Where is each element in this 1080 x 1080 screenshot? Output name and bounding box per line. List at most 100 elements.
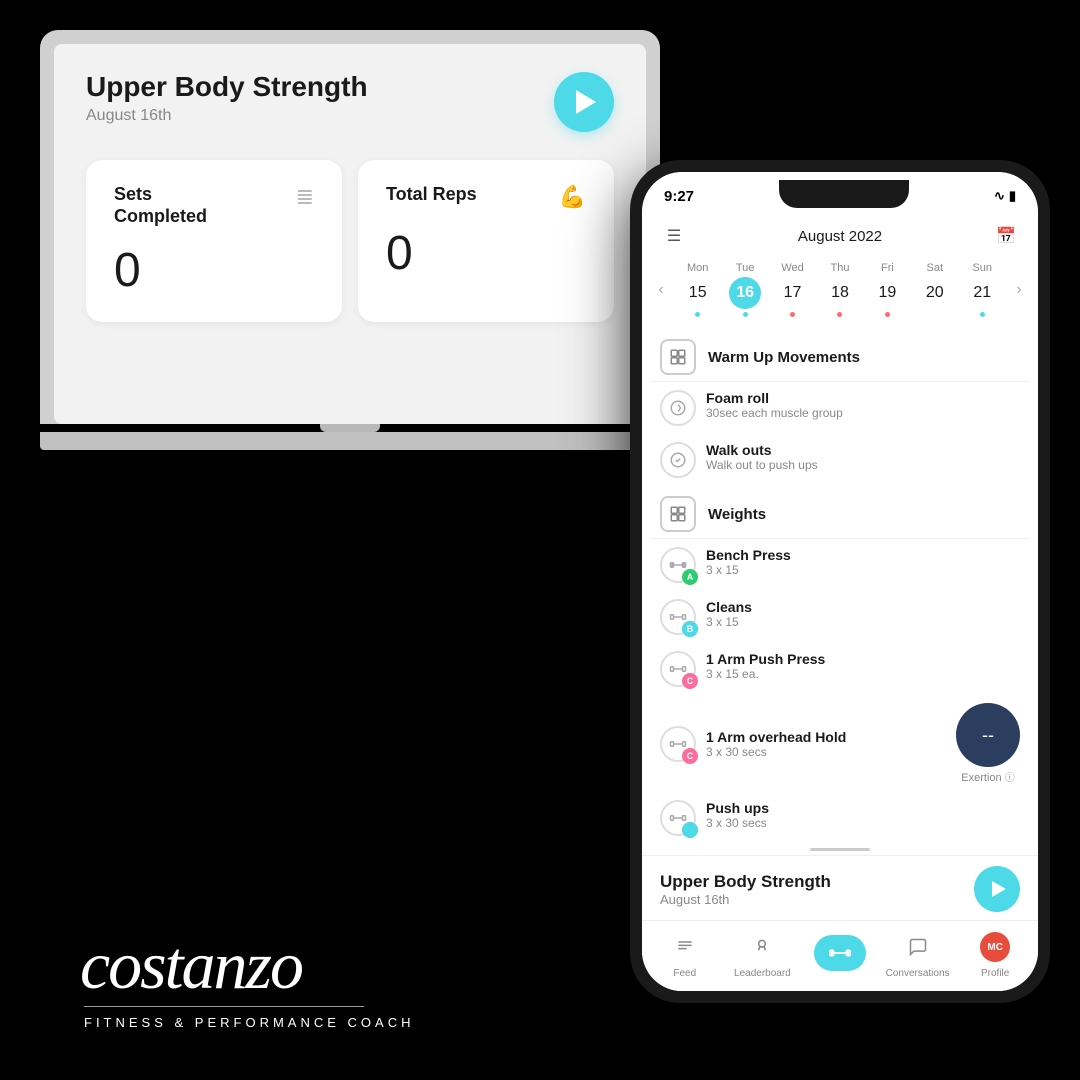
logo-tagline: FITNESS & PERFORMANCE COACH [84, 1015, 420, 1030]
section-weights: Weights [650, 486, 1030, 539]
day-sun[interactable]: Sun 21 [960, 258, 1004, 321]
nav-profile[interactable]: MC Profile [956, 929, 1034, 979]
warmup-section-title: Warm Up Movements [708, 349, 860, 366]
logo-underline [84, 1006, 364, 1007]
day-dot-fri [885, 312, 890, 317]
bottom-nav: Feed Leaderboard [642, 920, 1038, 991]
logo-area: costanzo FITNESS & PERFORMANCE COACH [80, 928, 420, 1030]
exercise-1arm-push-press[interactable]: 1 Arm Push Press 3 x 15 ea. [650, 643, 1030, 695]
nav-conversations[interactable]: Conversations [879, 929, 957, 979]
total-reps-card: Total Reps 💪 0 [358, 160, 614, 322]
status-bar: 9:27 ∿ ▮ [642, 172, 1038, 214]
bench-press-icon [660, 547, 696, 583]
calendar-icon[interactable]: 📅 [992, 222, 1020, 250]
workout-list: Warm Up Movements Foam roll 30sec each m… [642, 329, 1038, 844]
1arm-overhead-hold-detail: 3 x 30 secs [706, 745, 946, 759]
prev-week-button[interactable]: ‹ [648, 281, 674, 299]
day-dot-mon [695, 312, 700, 317]
foam-roll-detail: 30sec each muscle group [706, 406, 1020, 420]
status-time: 9:27 [664, 188, 694, 205]
phone-body: 9:27 ∿ ▮ ☰ August 2022 📅 ‹ Mon 1 [630, 160, 1050, 1003]
day-sat[interactable]: Sat 20 [913, 258, 957, 321]
muscle-icon: 💪 [559, 184, 586, 210]
footer-workout-date: August 16th [660, 892, 831, 907]
nav-workout[interactable] [801, 935, 879, 974]
profile-avatar: MC [980, 932, 1010, 962]
leaderboard-icon [742, 929, 782, 965]
workout-footer: Upper Body Strength August 16th [642, 855, 1038, 920]
walk-outs-icon [660, 442, 696, 478]
conversations-icon [898, 929, 938, 965]
exercise-foam-roll[interactable]: Foam roll 30sec each muscle group [650, 382, 1030, 434]
battery-icon: ▮ [1009, 188, 1016, 204]
phone: 9:27 ∿ ▮ ☰ August 2022 📅 ‹ Mon 1 [630, 160, 1050, 1003]
1arm-push-press-icon [660, 651, 696, 687]
foam-roll-name: Foam roll [706, 390, 1020, 406]
bench-press-name: Bench Press [706, 547, 1020, 563]
logo-script: costanzo [80, 928, 420, 1000]
calendar-month: August 2022 [688, 228, 992, 245]
conversations-label: Conversations [886, 968, 950, 979]
exercise-bench-press[interactable]: Bench Press 3 x 15 [650, 539, 1030, 591]
leaderboard-label: Leaderboard [734, 968, 791, 979]
phone-screen: 9:27 ∿ ▮ ☰ August 2022 📅 ‹ Mon 1 [642, 172, 1038, 991]
laptop: Upper Body Strength August 16th Sets Com… [40, 30, 660, 450]
1arm-overhead-hold-name: 1 Arm overhead Hold [706, 729, 946, 745]
warmup-section-icon [660, 339, 696, 375]
cleans-name: Cleans [706, 599, 1020, 615]
profile-label: Profile [981, 968, 1009, 979]
exercise-cleans[interactable]: B Cleans 3 x 15 [650, 591, 1030, 643]
walk-outs-detail: Walk out to push ups [706, 458, 1020, 472]
exertion-button[interactable]: -- [956, 703, 1020, 767]
cleans-detail: 3 x 15 [706, 615, 1020, 629]
feed-label: Feed [673, 968, 696, 979]
1arm-push-press-detail: 3 x 15 ea. [706, 667, 1020, 681]
footer-play-button[interactable] [974, 866, 1020, 912]
day-dot-tue [743, 312, 748, 317]
wifi-icon: ∿ [994, 188, 1005, 204]
weights-section-icon [660, 496, 696, 532]
workout-icon [814, 935, 866, 971]
nav-feed[interactable]: Feed [646, 929, 724, 979]
laptop-header: Upper Body Strength August 16th [86, 72, 614, 132]
day-fri[interactable]: Fri 19 [865, 258, 909, 321]
1arm-overhead-hold-icon [660, 726, 696, 762]
day-mon[interactable]: Mon 15 [676, 258, 720, 321]
day-wed[interactable]: Wed 17 [771, 258, 815, 321]
exercise-push-ups[interactable]: D Push ups 3 x 30 secs [650, 792, 1030, 844]
exercise-walk-outs[interactable]: Walk outs Walk out to push ups [650, 434, 1030, 486]
reps-value: 0 [386, 226, 586, 281]
day-dot-sun [980, 312, 985, 317]
list-icon: ≣ [296, 184, 314, 210]
day-tue[interactable]: Tue 16 [723, 258, 767, 321]
foam-roll-icon [660, 390, 696, 426]
profile-icon: MC [975, 929, 1015, 965]
day-thu[interactable]: Thu 18 [818, 258, 862, 321]
day-dot-thu [837, 312, 842, 317]
calendar-header: ☰ August 2022 📅 [642, 214, 1038, 254]
day-dot-wed [790, 312, 795, 317]
filter-icon[interactable]: ☰ [660, 222, 688, 250]
next-week-button[interactable]: › [1006, 281, 1032, 299]
status-icons: ∿ ▮ [994, 188, 1016, 204]
sets-completed-card: Sets Completed ≣ 0 [86, 160, 342, 322]
bench-press-detail: 3 x 15 [706, 563, 1020, 577]
laptop-notch [320, 424, 380, 432]
week-row: ‹ Mon 15 Tue 16 Wed 17 [642, 254, 1038, 329]
footer-workout-title: Upper Body Strength [660, 872, 831, 892]
nav-leaderboard[interactable]: Leaderboard [724, 929, 802, 979]
exertion-label: Exertion ⓘ [961, 769, 1014, 784]
laptop-workout-title: Upper Body Strength [86, 72, 368, 103]
exercise-1arm-overhead-hold[interactable]: 1 Arm overhead Hold 3 x 30 secs -- Exert… [650, 695, 1030, 792]
1arm-push-press-name: 1 Arm Push Press [706, 651, 1020, 667]
laptop-play-button[interactable] [554, 72, 614, 132]
laptop-base [40, 432, 660, 450]
weights-section-title: Weights [708, 506, 766, 523]
push-ups-name: Push ups [706, 800, 1020, 816]
push-ups-icon: D [660, 800, 696, 836]
walk-outs-name: Walk outs [706, 442, 1020, 458]
feed-icon [665, 929, 705, 965]
laptop-workout-date: August 16th [86, 107, 368, 125]
push-ups-detail: 3 x 30 secs [706, 816, 1020, 830]
sets-value: 0 [114, 243, 314, 298]
